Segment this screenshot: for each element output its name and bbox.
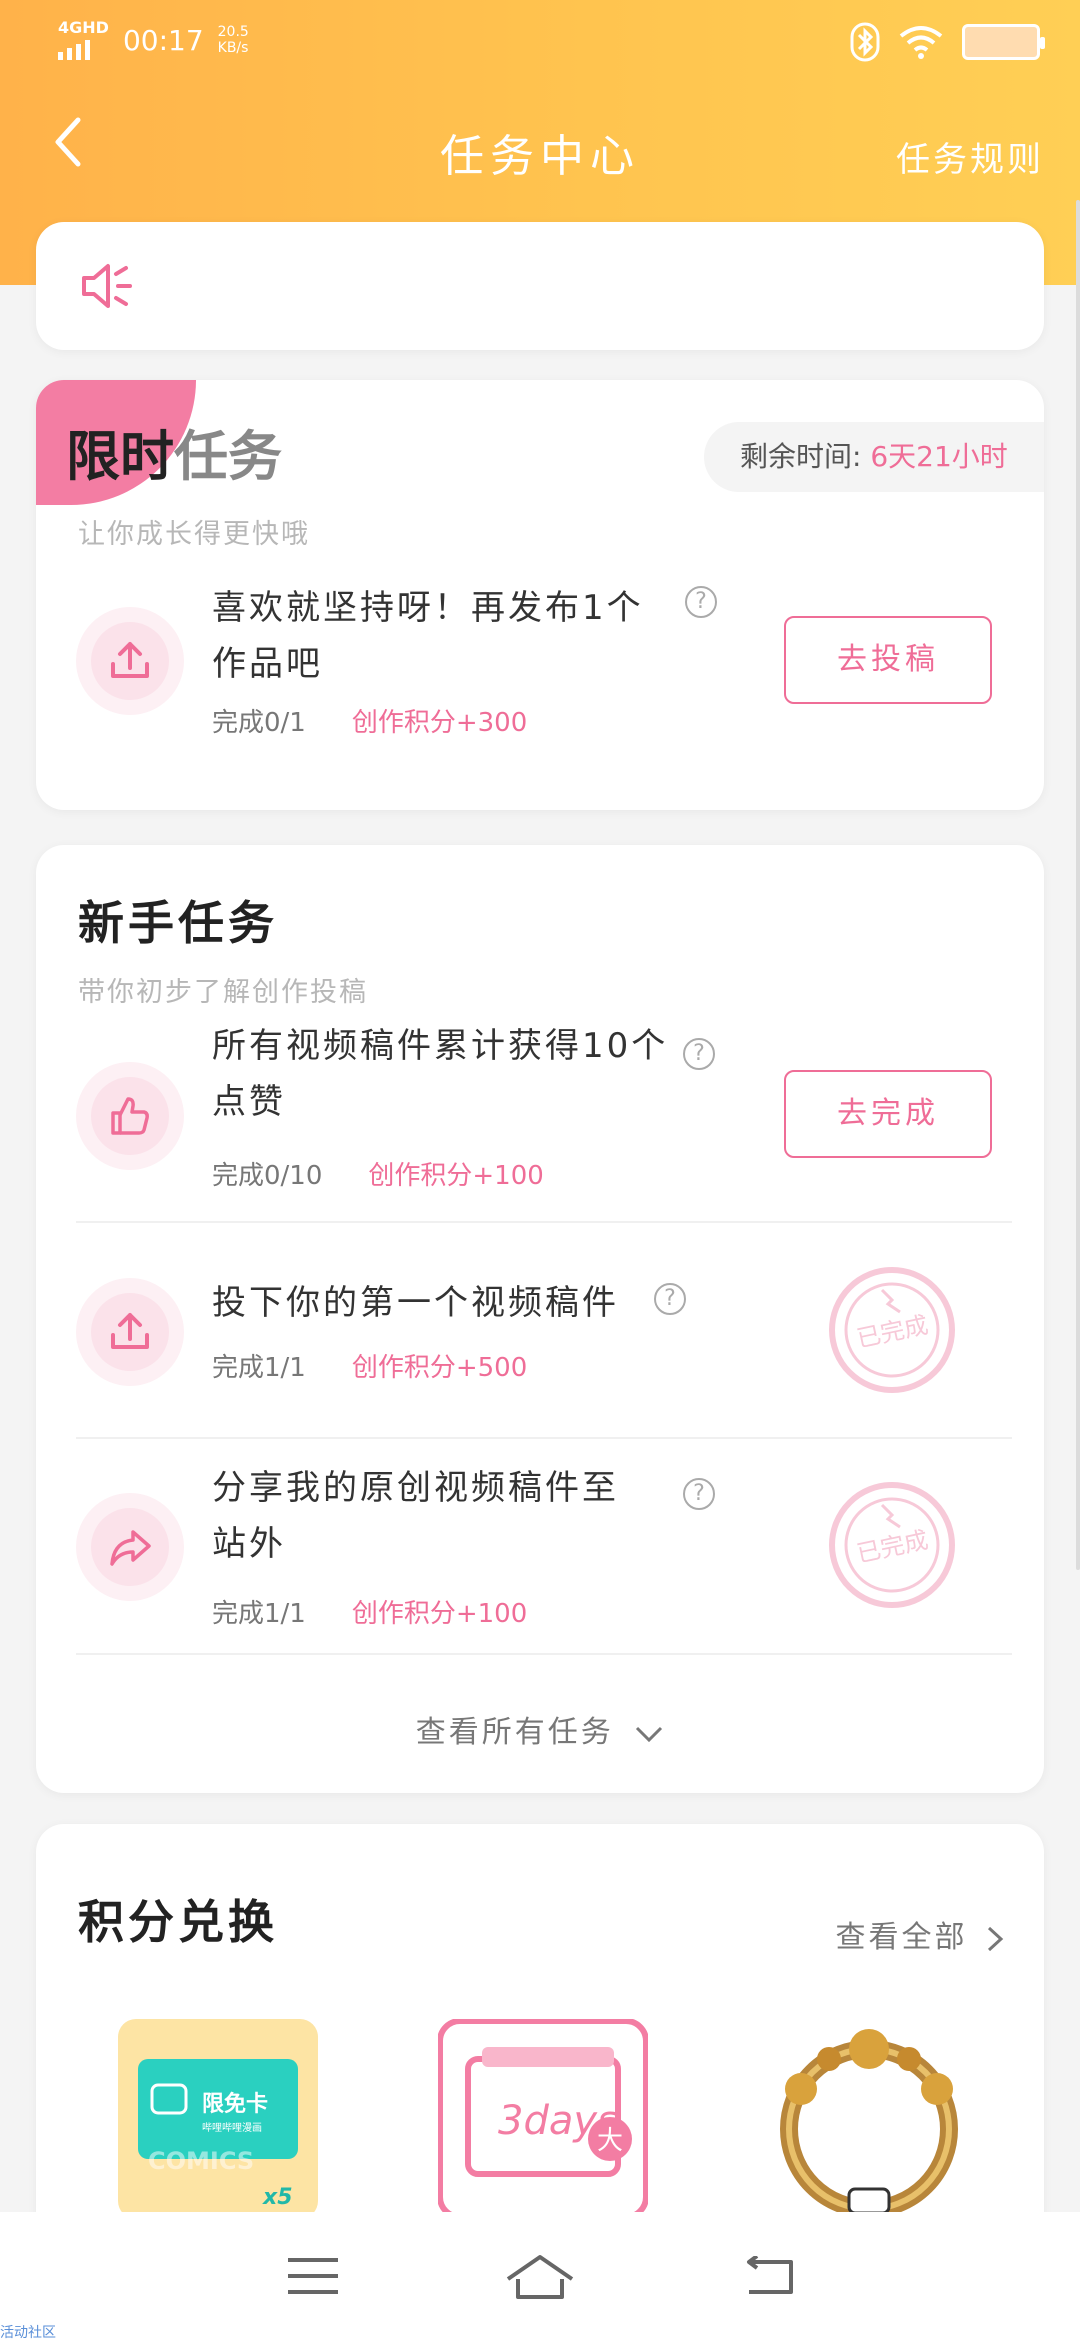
stamp-text: 已完成 bbox=[854, 1311, 930, 1353]
novice-task-2-text: 投下你的第一个视频稿件 bbox=[212, 1275, 692, 1331]
upload-icon bbox=[76, 607, 184, 715]
menu-icon[interactable] bbox=[268, 2241, 358, 2311]
status-left: 4GHD 00:17 20.5 KB/s bbox=[58, 20, 249, 60]
divider bbox=[76, 1437, 1012, 1439]
novice-task-3-text: 分享我的原创视频稿件至 站外 bbox=[212, 1460, 692, 1572]
task-points: 创作积分+100 bbox=[368, 1161, 544, 1191]
scrollbar[interactable] bbox=[1076, 200, 1080, 1570]
avatar-frame-image bbox=[780, 2029, 958, 2218]
task-line1: 喜欢就坚持呀！再发布1个 bbox=[212, 588, 644, 628]
limited-task-text: 喜欢就坚持呀！再发布1个 作品吧 bbox=[212, 580, 692, 692]
card-label: 限免卡 bbox=[202, 2091, 268, 2117]
help-icon[interactable]: ? bbox=[683, 1478, 715, 1510]
novice-task-1-text: 所有视频稿件累计获得10个 点赞 bbox=[212, 1018, 692, 1130]
card-badge: COMICS bbox=[148, 2147, 254, 2175]
limited-task-card: 限时任务 剩余时间: 6天21小时 让你成长得更快哦 喜欢就坚持呀！再发布1个 … bbox=[36, 380, 1044, 810]
network-type: 4GHD bbox=[58, 18, 109, 37]
status-time: 00:17 bbox=[122, 23, 204, 57]
completed-stamp: 已完成 bbox=[829, 1482, 955, 1608]
remaining-value: 6天21小时 bbox=[870, 440, 1008, 473]
net-speed-unit: KB/s bbox=[217, 40, 249, 56]
net-speed: 20.5 KB/s bbox=[218, 24, 249, 56]
task-meta: 完成1/1 创作积分+500 bbox=[212, 1347, 527, 1384]
prize-3days-card[interactable]: 3days 大 bbox=[437, 2018, 649, 2220]
card-small-text: 哔哩哔哩漫画 bbox=[202, 2121, 262, 2134]
help-icon[interactable]: ? bbox=[685, 586, 717, 618]
task-progress: 完成0/10 bbox=[212, 1161, 323, 1191]
novice-task-card: 新手任务 带你初步了解创作投稿 所有视频稿件累计获得10个 点赞 ? 完成0/1… bbox=[36, 845, 1044, 1793]
task-points: 创作积分+500 bbox=[351, 1353, 528, 1383]
go-complete-button[interactable]: 去完成 bbox=[784, 1070, 992, 1158]
novice-subtitle: 带你初步了解创作投稿 bbox=[78, 977, 368, 1008]
back-icon[interactable] bbox=[722, 2241, 812, 2311]
chevron-right-icon bbox=[987, 1926, 1004, 1951]
task-progress: 完成1/1 bbox=[212, 1353, 306, 1383]
3days-card-image: 3days 大 bbox=[437, 2018, 649, 2220]
task-rules-link[interactable]: 任务规则 bbox=[896, 132, 1044, 181]
novice-title: 新手任务 bbox=[78, 896, 278, 950]
home-icon[interactable] bbox=[495, 2241, 585, 2311]
announcement-card[interactable] bbox=[36, 222, 1044, 350]
go-submit-button[interactable]: 去投稿 bbox=[784, 616, 992, 704]
bluetooth-icon bbox=[850, 22, 880, 62]
signal-indicator: 4GHD bbox=[58, 20, 109, 60]
task-line2: 作品吧 bbox=[212, 644, 323, 684]
help-icon[interactable]: ? bbox=[654, 1283, 686, 1315]
task-line2: 站外 bbox=[212, 1524, 286, 1564]
task-meta: 完成1/1 创作积分+100 bbox=[212, 1593, 527, 1630]
upload-icon bbox=[76, 1278, 184, 1386]
speaker-icon bbox=[82, 264, 132, 308]
chevron-down-icon bbox=[636, 1726, 663, 1742]
task-line1: 投下你的第一个视频稿件 bbox=[212, 1283, 619, 1323]
share-icon bbox=[76, 1493, 184, 1601]
prize-comics-card[interactable]: 限免卡 哔哩哔哩漫画 COMICS x5 bbox=[118, 2019, 318, 2219]
card-badge: 大 bbox=[597, 2126, 623, 2156]
task-points: 创作积分+100 bbox=[351, 1599, 528, 1629]
see-all-link[interactable]: 查看全部 bbox=[835, 1912, 1004, 1956]
card-count: x5 bbox=[262, 2185, 293, 2210]
thumbs-up-icon bbox=[76, 1062, 184, 1170]
task-points: 创作积分+300 bbox=[351, 708, 528, 738]
limited-title-part1: 限时 bbox=[66, 425, 174, 488]
limited-subtitle: 让你成长得更快哦 bbox=[78, 519, 310, 550]
task-line1: 所有视频稿件累计获得10个 bbox=[212, 1026, 669, 1066]
task-meta: 完成0/10 创作积分+100 bbox=[212, 1155, 544, 1192]
divider bbox=[76, 1221, 1012, 1223]
status-right bbox=[850, 22, 1045, 62]
help-icon[interactable]: ? bbox=[683, 1038, 715, 1070]
battery-icon bbox=[962, 24, 1045, 60]
prize-avatar-frame[interactable] bbox=[769, 2019, 969, 2219]
comics-card-image: 限免卡 哔哩哔哩漫画 COMICS x5 bbox=[118, 2019, 318, 2219]
stamp-text: 已完成 bbox=[854, 1526, 930, 1568]
exchange-title: 积分兑换 bbox=[78, 1895, 278, 1949]
see-all-tasks-button[interactable]: 查看所有任务 bbox=[36, 1707, 1044, 1751]
wifi-icon bbox=[899, 26, 943, 59]
task-meta: 完成0/1 创作积分+300 bbox=[212, 702, 527, 739]
task-line1: 分享我的原创视频稿件至 bbox=[212, 1468, 619, 1508]
system-nav-bar bbox=[0, 2212, 1080, 2340]
completed-stamp: 已完成 bbox=[829, 1267, 955, 1393]
status-bar: 4GHD 00:17 20.5 KB/s bbox=[0, 0, 1080, 80]
see-all-tasks-label: 查看所有任务 bbox=[415, 1715, 614, 1750]
task-line2: 点赞 bbox=[212, 1082, 286, 1122]
task-progress: 完成1/1 bbox=[212, 1599, 306, 1629]
divider bbox=[76, 1653, 1012, 1655]
remaining-time: 剩余时间: 6天21小时 bbox=[704, 422, 1044, 492]
limited-title-part2: 任务 bbox=[174, 425, 282, 488]
task-progress: 完成0/1 bbox=[212, 708, 306, 738]
remaining-label: 剩余时间: bbox=[740, 440, 871, 473]
limited-task-title: 限时任务 bbox=[66, 412, 282, 491]
net-speed-value: 20.5 bbox=[217, 24, 249, 40]
watermark: 活动社区 bbox=[0, 2325, 56, 2340]
see-all-label: 查看全部 bbox=[835, 1920, 968, 1955]
signal-bars-icon bbox=[58, 40, 109, 60]
